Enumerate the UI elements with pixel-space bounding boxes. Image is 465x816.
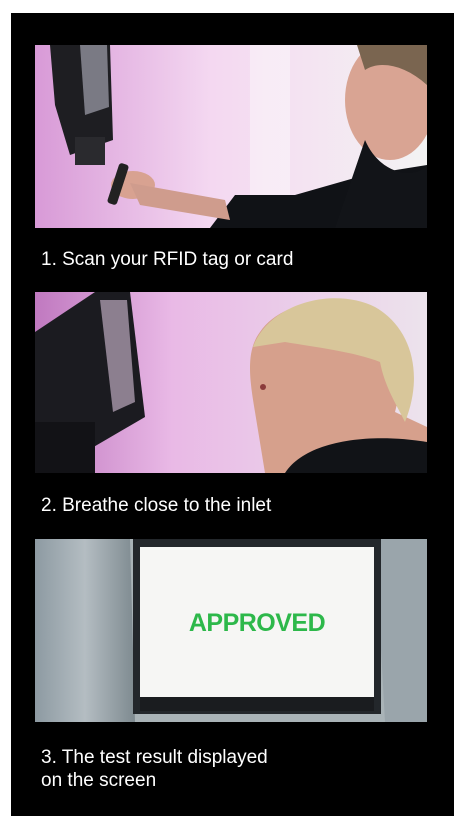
approved-result-text: APPROVED (188, 609, 326, 637)
step-3-photo: APPROVED (35, 539, 427, 722)
breath-test-illustration (35, 292, 427, 473)
step-2-photo (35, 292, 427, 473)
rfid-scan-illustration (35, 45, 427, 228)
step-1-caption: 1. Scan your RFID tag or card (41, 249, 294, 270)
step-3-caption: 3. The test result displayed on the scre… (41, 747, 268, 791)
step-1-photo (35, 45, 427, 228)
step-2-caption: 2. Breathe close to the inlet (41, 495, 272, 516)
